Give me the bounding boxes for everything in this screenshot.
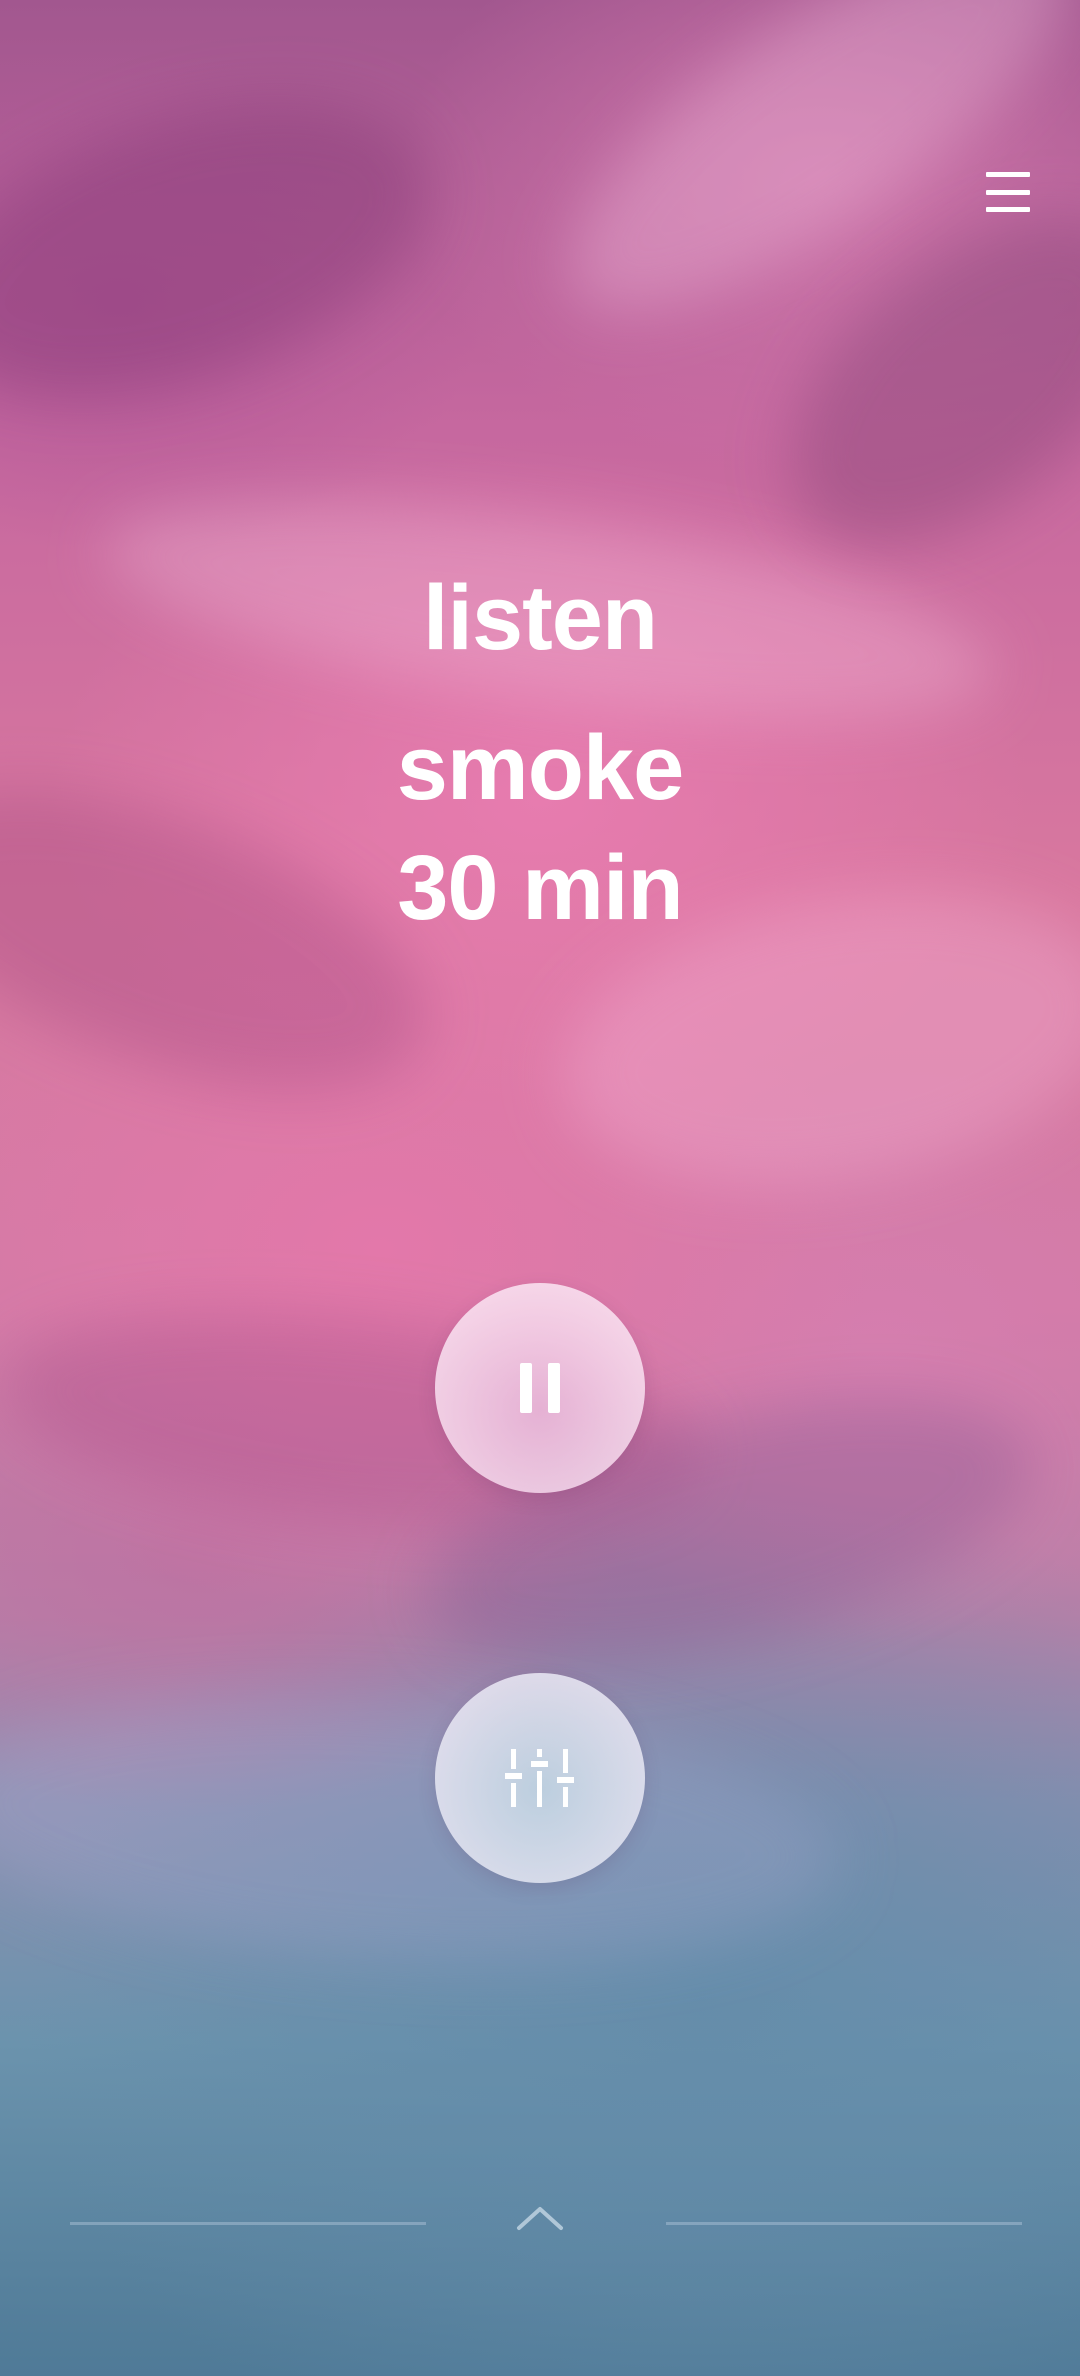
duration-label: 30 min [397, 837, 683, 939]
smoke-wisp [0, 46, 468, 454]
menu-bar [986, 189, 1030, 195]
bottom-sheet-divider [666, 2222, 1022, 2225]
sliders-icon [505, 1749, 574, 1807]
hamburger-menu-icon[interactable] [978, 166, 1038, 218]
pause-button[interactable] [435, 1283, 645, 1493]
session-mode-label: listen [422, 567, 658, 669]
smoke-background [0, 0, 1080, 2376]
menu-bar [986, 172, 1030, 177]
sound-name-label: smoke [396, 717, 685, 819]
bottom-sheet-divider [70, 2222, 426, 2225]
expand-sheet-button[interactable] [510, 2198, 570, 2238]
chevron-up-icon [517, 2207, 563, 2230]
smoke-wisp [0, 1668, 848, 1992]
menu-bar [986, 207, 1030, 212]
pause-icon [520, 1363, 560, 1413]
sound-mixer-button[interactable] [435, 1673, 645, 1883]
